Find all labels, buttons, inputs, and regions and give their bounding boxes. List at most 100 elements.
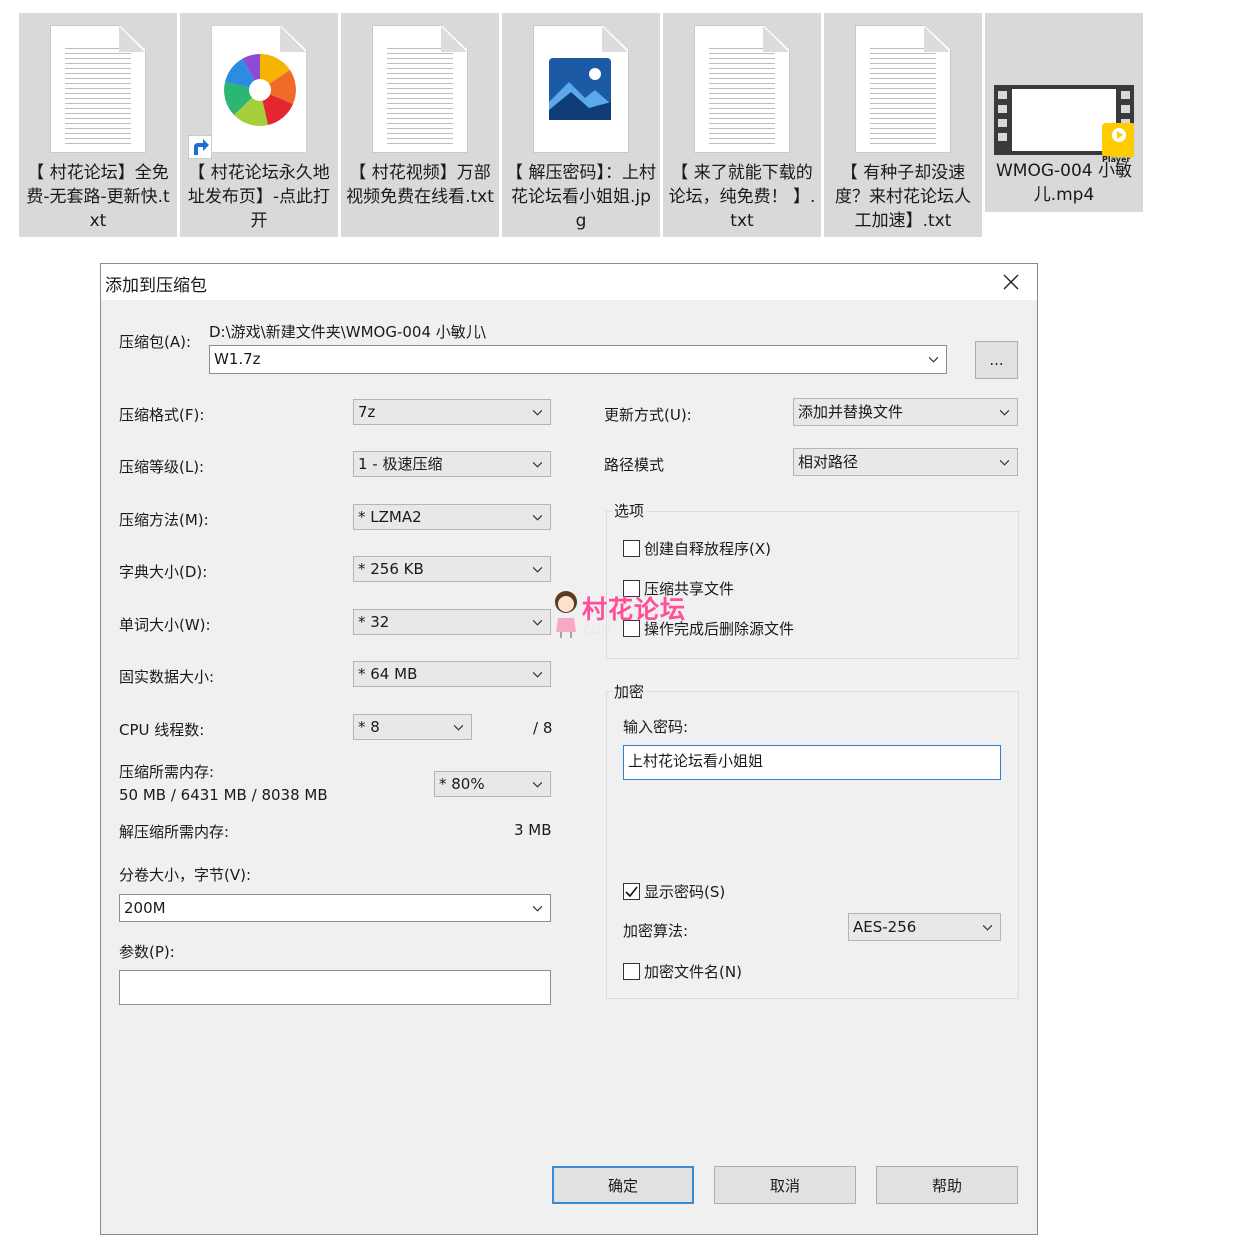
shortcut-file-icon (180, 21, 338, 165)
title-bar: 添加到压缩包 (101, 264, 1037, 300)
chevron-down-icon (533, 514, 542, 521)
format-combo[interactable]: 7z (353, 399, 551, 425)
algo-value: AES-256 (853, 918, 917, 936)
level-value: 1 - 极速压缩 (358, 455, 443, 473)
text-file-icon (19, 21, 177, 165)
word-label: 单词大小(W): (119, 616, 211, 634)
show-password-label: 显示密码(S) (644, 883, 726, 901)
text-file-icon (824, 21, 982, 165)
threads-label: CPU 线程数: (119, 721, 205, 739)
encrypt-names-label: 加密文件名(N) (644, 963, 742, 981)
chevron-down-icon (533, 409, 542, 416)
archive-name-value: W1.7z (214, 350, 261, 368)
volume-label: 分卷大小，字节(V): (119, 866, 252, 884)
help-button[interactable]: 帮助 (876, 1166, 1018, 1204)
archive-label: 压缩包(A): (119, 333, 192, 351)
image-file-icon (502, 21, 660, 165)
volume-combo[interactable]: 200M (119, 894, 551, 922)
watermark: 村花论坛 cun (550, 588, 710, 640)
update-combo[interactable]: 添加并替换文件 (793, 398, 1018, 426)
dialog-title: 添加到压缩包 (105, 276, 207, 296)
threads-total: / 8 (533, 719, 553, 737)
mem-comp-label: 压缩所需内存: (119, 763, 215, 781)
chevron-down-icon (929, 356, 938, 363)
video-file-icon: Player (985, 21, 1143, 165)
algo-combo[interactable]: AES-256 (848, 913, 1001, 941)
file-tile[interactable]: 【 村花视频】万部视频免费在线看.txt (341, 13, 499, 237)
format-value: 7z (358, 403, 376, 421)
threads-combo[interactable]: * 8 (353, 714, 472, 740)
checkbox-box (623, 883, 640, 900)
file-tile[interactable]: Player WMOG-004 小敏儿.mp4 (985, 13, 1143, 212)
show-password-checkbox[interactable]: 显示密码(S) (623, 881, 725, 902)
encrypt-names-checkbox[interactable]: 加密文件名(N) (623, 961, 742, 982)
sfx-label: 创建自释放程序(X) (644, 540, 771, 558)
file-tile[interactable]: 【 村花论坛】全免费-无套路-更新快.txt (19, 13, 177, 237)
method-combo[interactable]: * LZMA2 (353, 504, 551, 530)
format-label: 压缩格式(F): (119, 406, 205, 424)
close-icon (1003, 274, 1019, 290)
watermark-sub: cun (583, 620, 611, 638)
chevron-down-icon (983, 924, 992, 931)
params-input[interactable] (119, 970, 551, 1005)
dict-label: 字典大小(D): (119, 563, 208, 581)
path-combo[interactable]: 相对路径 (793, 448, 1018, 476)
checkmark-icon (625, 886, 638, 897)
solid-value: * 64 MB (358, 665, 418, 683)
checkbox-box (623, 540, 640, 557)
close-button[interactable] (989, 264, 1033, 300)
mem-comp-value: 50 MB / 6431 MB / 8038 MB (119, 786, 328, 804)
mem-decomp-label: 解压缩所需内存: (119, 823, 230, 841)
archive-name-combo[interactable]: W1.7z (209, 345, 947, 374)
password-input[interactable]: 上村花论坛看小姐姐 (623, 745, 1001, 780)
threads-value: * 8 (358, 718, 380, 736)
word-value: * 32 (358, 613, 390, 631)
file-name: 【 村花论坛永久地址发布页】-点此打开 (187, 163, 331, 231)
algo-label: 加密算法: (623, 922, 689, 940)
chevron-down-icon (533, 905, 542, 912)
file-tile[interactable]: 【 有种子却没速度？来村花论坛人工加速】.txt (824, 13, 982, 237)
level-combo[interactable]: 1 - 极速压缩 (353, 451, 551, 477)
mem-decomp-value: 3 MB (514, 821, 552, 839)
sfx-checkbox[interactable]: 创建自释放程序(X) (623, 538, 771, 559)
file-name: 【 村花视频】万部视频免费在线看.txt (346, 163, 494, 207)
file-name: 【 解压密码】：上村花论坛看小姐姐.jpg (506, 163, 656, 231)
file-name: WMOG-004 小敏儿.mp4 (995, 161, 1133, 205)
file-tile[interactable]: 【 来了就能下载的论坛，纯免费！ 】.txt (663, 13, 821, 237)
path-label: 路径模式 (604, 456, 665, 474)
file-tile[interactable]: 【 解压密码】：上村花论坛看小姐姐.jpg (502, 13, 660, 237)
method-value: * LZMA2 (358, 508, 422, 526)
volume-value: 200M (124, 899, 166, 917)
checkbox-box (623, 963, 640, 980)
params-label: 参数(P): (119, 943, 175, 961)
text-file-icon (341, 21, 499, 165)
mem-percent-combo[interactable]: * 80% (434, 771, 551, 797)
word-combo[interactable]: * 32 (353, 609, 551, 635)
dict-value: * 256 KB (358, 560, 424, 578)
update-label: 更新方式(U): (604, 406, 692, 424)
path-value: 相对路径 (798, 453, 859, 471)
watermark-girl-icon (555, 591, 577, 638)
shortcut-arrow-icon (188, 135, 212, 159)
file-tile[interactable]: 【 村花论坛永久地址发布页】-点此打开 (180, 13, 338, 237)
cancel-button[interactable]: 取消 (714, 1166, 856, 1204)
browse-button[interactable]: ... (975, 341, 1018, 379)
chevron-down-icon (533, 781, 542, 788)
solid-combo[interactable]: * 64 MB (353, 661, 551, 687)
method-label: 压缩方法(M): (119, 511, 209, 529)
text-file-icon (663, 21, 821, 165)
mem-percent-value: * 80% (439, 775, 485, 793)
level-label: 压缩等级(L): (119, 458, 205, 476)
encryption-title: 加密 (612, 681, 647, 702)
chevron-down-icon (454, 724, 463, 731)
password-label: 输入密码: (623, 718, 689, 736)
file-name: 【 来了就能下载的论坛，纯免费！ 】.txt (668, 163, 816, 231)
update-value: 添加并替换文件 (798, 403, 904, 421)
chevron-down-icon (533, 566, 542, 573)
solid-label: 固实数据大小: (119, 668, 215, 686)
options-title: 选项 (612, 500, 647, 521)
ok-button[interactable]: 确定 (552, 1166, 694, 1204)
file-name: 【 有种子却没速度？来村花论坛人工加速】.txt (835, 163, 971, 231)
chevron-down-icon (1000, 409, 1009, 416)
dict-combo[interactable]: * 256 KB (353, 556, 551, 582)
